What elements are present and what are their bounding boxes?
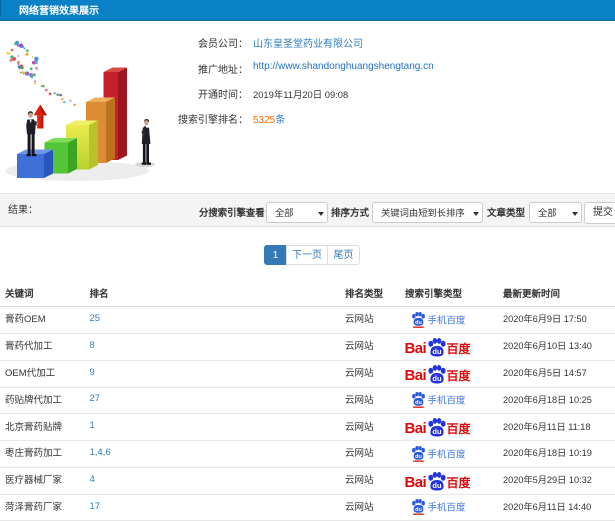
svg-text:du: du [415,454,422,460]
svg-text:du: du [432,481,442,490]
svg-text:百度: 百度 [447,421,472,436]
svg-text:Bai: Bai [405,340,426,357]
svg-text:手机百度: 手机百度 [428,448,467,460]
svg-text:du: du [432,427,442,436]
svg-text:百度: 百度 [447,341,472,356]
svg-text:du: du [432,347,442,356]
svg-text:手机百度: 手机百度 [428,502,467,514]
svg-text:百度: 百度 [447,368,472,383]
svg-text:du: du [432,374,442,383]
svg-text:手机百度: 手机百度 [428,395,467,407]
svg-text:Bai: Bai [405,367,426,384]
svg-text:du: du [415,320,422,326]
svg-text:手机百度: 手机百度 [428,314,467,326]
svg-text:Bai: Bai [405,420,426,437]
svg-text:du: du [415,508,422,514]
svg-text:Bai: Bai [405,474,426,491]
svg-text:du: du [415,400,422,406]
svg-text:百度: 百度 [447,475,472,490]
